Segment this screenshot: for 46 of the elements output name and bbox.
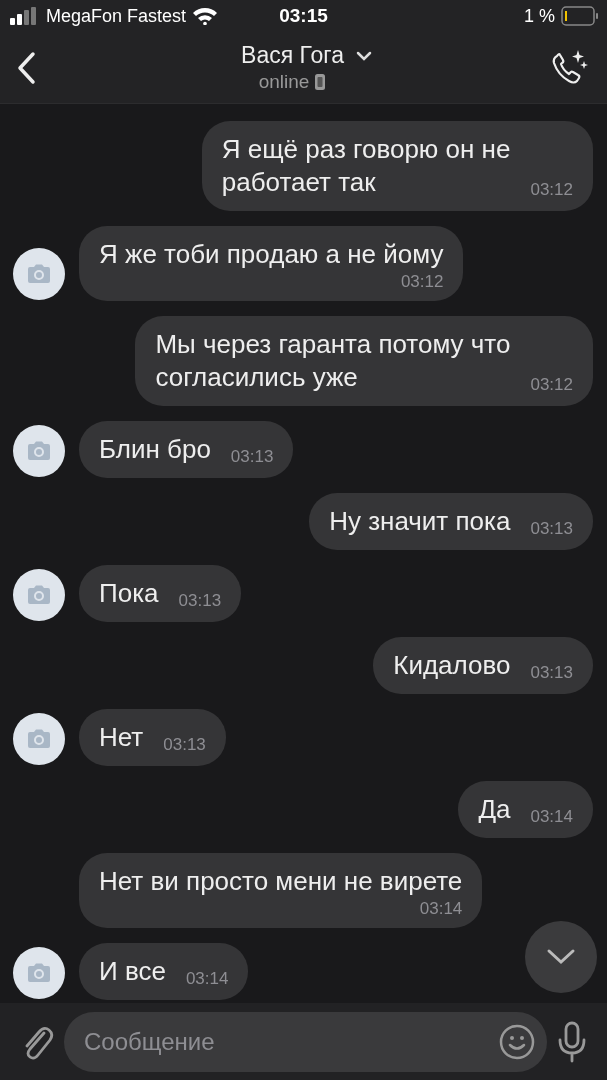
status-time: 03:15: [279, 5, 328, 27]
camera-icon: [26, 264, 52, 284]
avatar[interactable]: [13, 569, 65, 621]
message-time: 03:14: [530, 806, 573, 828]
message-text: Да: [478, 793, 511, 826]
message-text: Пока: [99, 577, 159, 610]
microphone-icon[interactable]: [557, 1020, 587, 1063]
avatar[interactable]: [13, 713, 65, 765]
chevron-down-icon: [546, 948, 576, 966]
avatar[interactable]: [13, 425, 65, 477]
camera-icon: [26, 441, 52, 461]
message-text: Мы через гаранта потому что согласились уже: [155, 328, 511, 394]
message-text: Нет: [99, 721, 144, 754]
message-time: 03:14: [419, 898, 463, 920]
message-time: 03:12: [400, 271, 444, 293]
message-time: 03:12: [530, 374, 573, 396]
avatar[interactable]: [13, 248, 65, 300]
message-text: Кидалово: [393, 649, 511, 682]
camera-icon: [26, 963, 52, 983]
message-text: Ну значит пока: [329, 505, 511, 538]
message-text: Я ещё раз говорю он не работает так: [221, 133, 511, 199]
phone-device-icon: [314, 73, 327, 91]
message-time: 03:13: [230, 446, 274, 468]
message-time: 03:13: [178, 590, 222, 612]
message-time: 03:14: [185, 968, 229, 990]
message-field[interactable]: Сообщение: [64, 1011, 547, 1072]
emoji-icon[interactable]: [499, 1023, 535, 1060]
back-button[interactable]: [16, 50, 36, 85]
online-status: online: [258, 71, 310, 93]
battery-percent: 1 %: [523, 5, 555, 27]
message-time: 03:13: [530, 662, 573, 684]
camera-icon: [26, 729, 52, 749]
avatar[interactable]: [13, 947, 65, 999]
camera-icon: [26, 585, 52, 605]
message-text: Нет ви просто мени не вирете: [99, 865, 463, 898]
chevron-down-icon[interactable]: [355, 50, 372, 61]
battery-icon: [561, 6, 599, 26]
carrier-name: MegaFon Fastest: [46, 5, 187, 27]
message-text: Я же тоби продаю а не йому: [99, 238, 444, 271]
contact-name[interactable]: Вася Гога: [241, 42, 344, 69]
message-time: 03:12: [530, 179, 573, 201]
message-text: Блин бро: [99, 433, 211, 466]
message-time: 03:13: [530, 518, 573, 540]
wifi-icon: [192, 7, 219, 25]
message-text: И все: [99, 955, 166, 988]
message-time: 03:13: [163, 734, 206, 756]
